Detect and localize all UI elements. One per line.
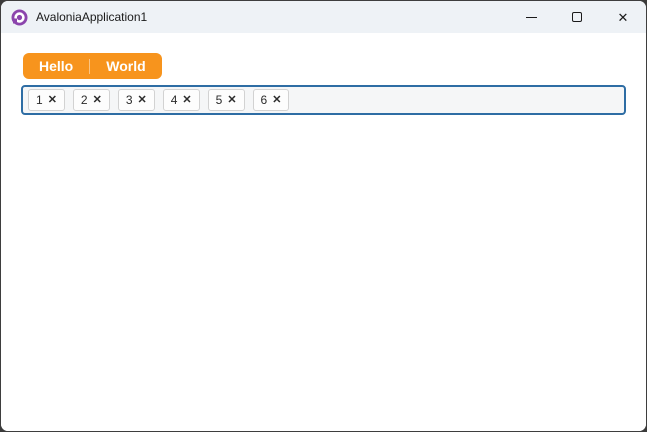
- tag-chip-remove-button[interactable]: ✕: [182, 94, 191, 106]
- tag-input-box[interactable]: 1 ✕ 2 ✕ 3 ✕ 4 ✕ 5 ✕ 6 ✕: [21, 85, 626, 115]
- tag-chip-value: 6: [260, 93, 268, 107]
- tag-chip-remove-button[interactable]: ✕: [48, 94, 57, 106]
- tab-world[interactable]: World: [90, 53, 161, 79]
- tag-chip-remove-button[interactable]: ✕: [138, 94, 147, 106]
- tag-chip: 3 ✕: [117, 89, 155, 111]
- tab-hello[interactable]: Hello: [23, 53, 89, 79]
- tag-chip-value: 4: [170, 93, 178, 107]
- tag-chip-remove-button[interactable]: ✕: [272, 94, 281, 106]
- tag-chip: 5 ✕: [207, 89, 245, 111]
- tag-chip-value: 1: [36, 93, 43, 107]
- minimize-button[interactable]: [508, 1, 554, 33]
- app-window: AvaloniaApplication1 ✕ Hello World 1 ✕ 2…: [0, 0, 647, 432]
- tag-chip-value: 2: [80, 93, 88, 107]
- tag-chip-value: 3: [125, 93, 133, 107]
- close-button[interactable]: ✕: [600, 1, 646, 33]
- maximize-button[interactable]: [554, 1, 600, 33]
- maximize-icon: [572, 12, 582, 22]
- window-content: Hello World 1 ✕ 2 ✕ 3 ✕ 4 ✕ 5 ✕ 6 ✕: [1, 33, 646, 431]
- close-icon: ✕: [617, 9, 629, 25]
- tab-strip: Hello World: [23, 53, 162, 79]
- tag-chip-remove-button[interactable]: ✕: [227, 94, 236, 106]
- avalonia-logo-icon: [11, 9, 28, 25]
- tag-chip-remove-button[interactable]: ✕: [93, 94, 102, 106]
- tag-chip-value: 5: [215, 93, 223, 107]
- window-title: AvaloniaApplication1: [36, 10, 148, 24]
- tag-chip: 4 ✕: [162, 89, 200, 111]
- titlebar[interactable]: AvaloniaApplication1 ✕: [1, 1, 646, 33]
- tag-chip: 6 ✕: [252, 89, 290, 111]
- window-controls: ✕: [508, 1, 646, 33]
- minimize-icon: [525, 16, 537, 18]
- tag-chip: 2 ✕: [72, 89, 110, 111]
- tag-chip: 1 ✕: [28, 89, 65, 111]
